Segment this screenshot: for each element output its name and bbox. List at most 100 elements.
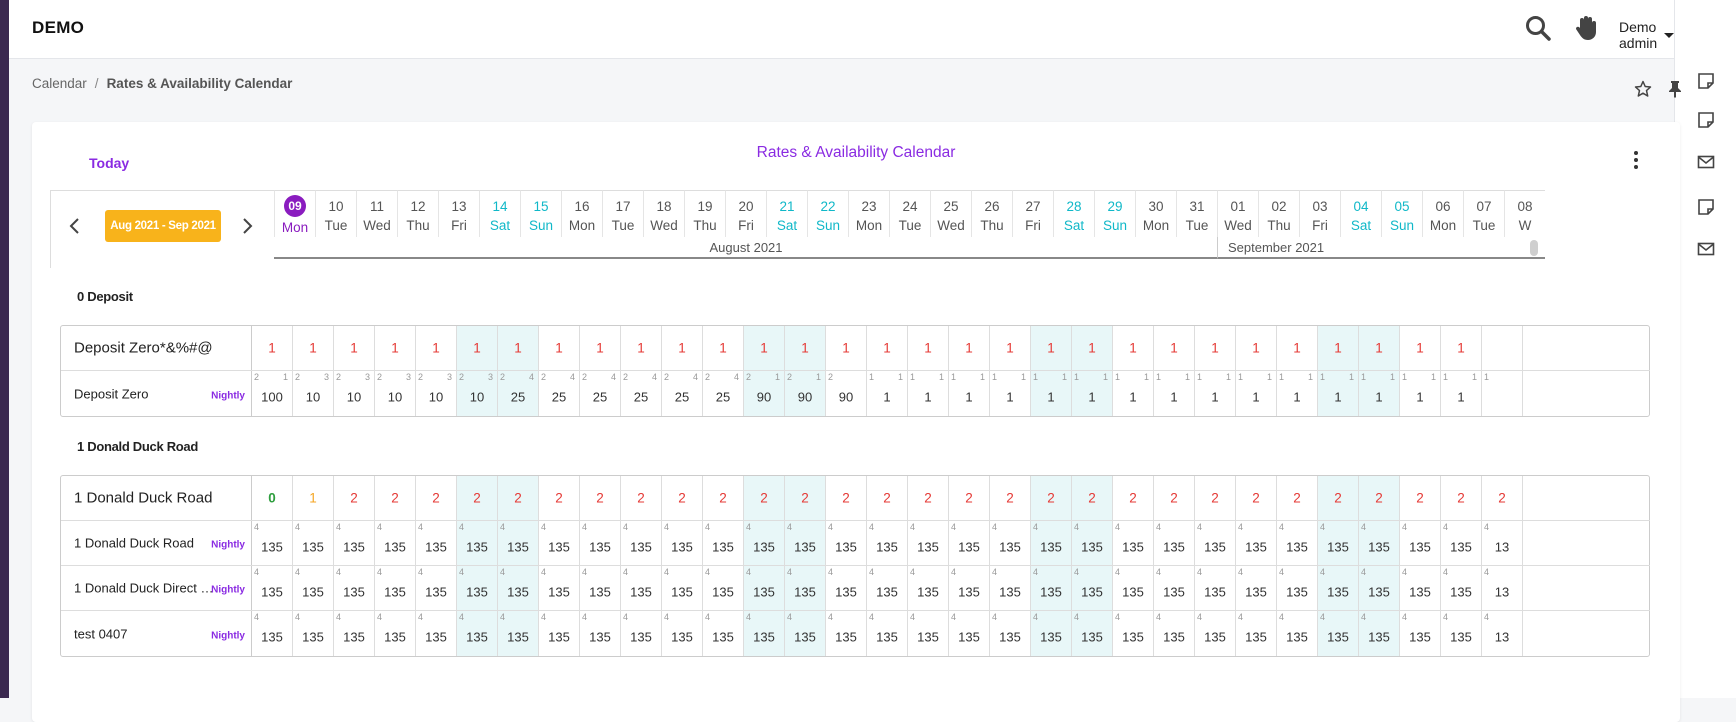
rate-cell[interactable]: 111	[1441, 371, 1482, 416]
rate-cell[interactable]: 4 135	[375, 521, 416, 565]
rate-cell[interactable]: 4 135	[1441, 611, 1482, 656]
rate-cell[interactable]: 4 135	[908, 566, 949, 610]
date-column-header[interactable]: 12 Thu	[397, 190, 438, 237]
date-column-header[interactable]: 05 Sun	[1381, 190, 1422, 237]
rate-cell[interactable]: 2 1 100	[252, 371, 293, 416]
availability-cell[interactable]: 1	[334, 326, 375, 370]
rate-cell[interactable]: 2 3 10	[416, 371, 457, 416]
hand-stop-icon[interactable]	[1574, 14, 1598, 42]
rate-cell[interactable]: 4 135	[1072, 521, 1113, 565]
rate-cell[interactable]: 2 4 25	[539, 371, 580, 416]
rate-cell[interactable]: 4 135	[1031, 611, 1072, 656]
rail-note-button-3[interactable]	[1675, 186, 1736, 228]
rate-cell[interactable]: 4 135	[1318, 521, 1359, 565]
rate-cell[interactable]: 4 13	[1482, 566, 1523, 610]
rate-cell[interactable]: 2 3 10	[293, 371, 334, 416]
availability-cell[interactable]: 2	[867, 476, 908, 520]
availability-cell[interactable]: 1	[1031, 326, 1072, 370]
availability-cell[interactable]: 2	[826, 476, 867, 520]
rate-cell[interactable]: 4 135	[867, 566, 908, 610]
rate-cell[interactable]: 4 135	[1072, 611, 1113, 656]
rate-cell[interactable]: 4 135	[867, 521, 908, 565]
availability-cell[interactable]: 1	[1318, 326, 1359, 370]
rate-cell[interactable]: 4 135	[416, 611, 457, 656]
availability-cell[interactable]: 1	[1072, 326, 1113, 370]
star-icon[interactable]	[1634, 80, 1652, 98]
rate-cell[interactable]: 4 135	[293, 566, 334, 610]
rate-cell[interactable]: 4 135	[580, 521, 621, 565]
rate-cell[interactable]: 4 135	[826, 521, 867, 565]
date-column-header[interactable]: 10 Tue	[315, 190, 356, 237]
rate-cell[interactable]: 111	[949, 371, 990, 416]
rate-cell[interactable]: 4 135	[1154, 611, 1195, 656]
chevron-left-icon[interactable]	[68, 217, 82, 235]
availability-cell[interactable]: 1	[539, 326, 580, 370]
user-menu[interactable]: Demo admin	[1619, 19, 1674, 51]
availability-cell[interactable]: 1	[498, 326, 539, 370]
availability-cell[interactable]: 2	[1359, 476, 1400, 520]
rate-cell[interactable]: 4 135	[1154, 521, 1195, 565]
rate-cell[interactable]: 4 135	[949, 611, 990, 656]
rate-cell[interactable]: 111	[1195, 371, 1236, 416]
availability-cell[interactable]: 1	[1236, 326, 1277, 370]
date-column-header[interactable]: 19 Thu	[684, 190, 725, 237]
availability-cell[interactable]: 1	[580, 326, 621, 370]
availability-cell[interactable]: 2	[621, 476, 662, 520]
rate-cell[interactable]: 4 135	[457, 611, 498, 656]
rate-cell[interactable]: 4 135	[744, 611, 785, 656]
availability-cell[interactable]: 1	[1359, 326, 1400, 370]
date-column-header[interactable]: 01 Wed	[1217, 190, 1258, 237]
availability-cell[interactable]: 1	[949, 326, 990, 370]
rate-cell[interactable]: 2 4 25	[662, 371, 703, 416]
rate-cell[interactable]: 4 135	[580, 566, 621, 610]
rate-cell[interactable]: 111	[1031, 371, 1072, 416]
availability-cell[interactable]: 1	[785, 326, 826, 370]
rate-cell[interactable]: 4 135	[703, 611, 744, 656]
rate-cell[interactable]: 4 135	[1359, 611, 1400, 656]
search-icon[interactable]	[1524, 14, 1552, 42]
availability-cell[interactable]: 1	[990, 326, 1031, 370]
rate-cell[interactable]: 4 135	[621, 566, 662, 610]
rate-cell[interactable]: 4 135	[252, 521, 293, 565]
availability-cell[interactable]: 1	[1195, 326, 1236, 370]
rate-cell[interactable]: 2 1 90	[744, 371, 785, 416]
rate-cell[interactable]: 4 135	[334, 566, 375, 610]
date-column-header[interactable]: 20 Fri	[725, 190, 766, 237]
availability-cell[interactable]: 2	[1277, 476, 1318, 520]
date-column-header[interactable]: 06 Mon	[1422, 190, 1463, 237]
date-column-header[interactable]: 28 Sat	[1053, 190, 1094, 237]
rate-cell[interactable]: 4 135	[1400, 566, 1441, 610]
date-column-header[interactable]: 08 W	[1504, 190, 1545, 237]
rate-cell[interactable]: 4 135	[785, 521, 826, 565]
rail-mail-button-2[interactable]	[1675, 228, 1736, 270]
rate-cell[interactable]: 4 135	[744, 566, 785, 610]
availability-cell[interactable]: 2	[1482, 476, 1523, 520]
availability-cell[interactable]: 2	[498, 476, 539, 520]
scrollbar-thumb[interactable]	[1530, 240, 1538, 256]
rate-cell[interactable]: 4 135	[416, 566, 457, 610]
availability-cell[interactable]: 1	[1113, 326, 1154, 370]
rate-cell[interactable]: 4 135	[498, 566, 539, 610]
date-column-header[interactable]: 04 Sat	[1340, 190, 1381, 237]
date-column-header[interactable]: 22 Sun	[807, 190, 848, 237]
availability-cell[interactable]: 2	[457, 476, 498, 520]
rate-row-header[interactable]: 1 Donald Duck Direct Rat.. Nightly	[61, 566, 252, 610]
rate-cell[interactable]: 4 135	[1113, 521, 1154, 565]
availability-cell[interactable]: 1	[908, 326, 949, 370]
rate-cell[interactable]: 4 135	[1318, 611, 1359, 656]
rate-cell[interactable]: 4 135	[1154, 566, 1195, 610]
rate-cell[interactable]: 4 135	[826, 611, 867, 656]
rate-cell[interactable]: 2 3 10	[375, 371, 416, 416]
rate-cell[interactable]: 4 135	[662, 566, 703, 610]
date-column-header[interactable]: 18 Wed	[643, 190, 684, 237]
rate-cell[interactable]: 4 135	[990, 521, 1031, 565]
rate-cell[interactable]: 111	[1359, 371, 1400, 416]
availability-cell[interactable]: 2	[1154, 476, 1195, 520]
chevron-right-icon[interactable]	[240, 217, 254, 235]
rate-cell[interactable]: 4 135	[334, 611, 375, 656]
availability-cell[interactable]: 2	[1318, 476, 1359, 520]
rate-cell[interactable]: 4 135	[334, 521, 375, 565]
date-column-header[interactable]: 26 Thu	[971, 190, 1012, 237]
rate-cell[interactable]: 4 135	[703, 566, 744, 610]
rate-cell[interactable]: 4 135	[662, 521, 703, 565]
